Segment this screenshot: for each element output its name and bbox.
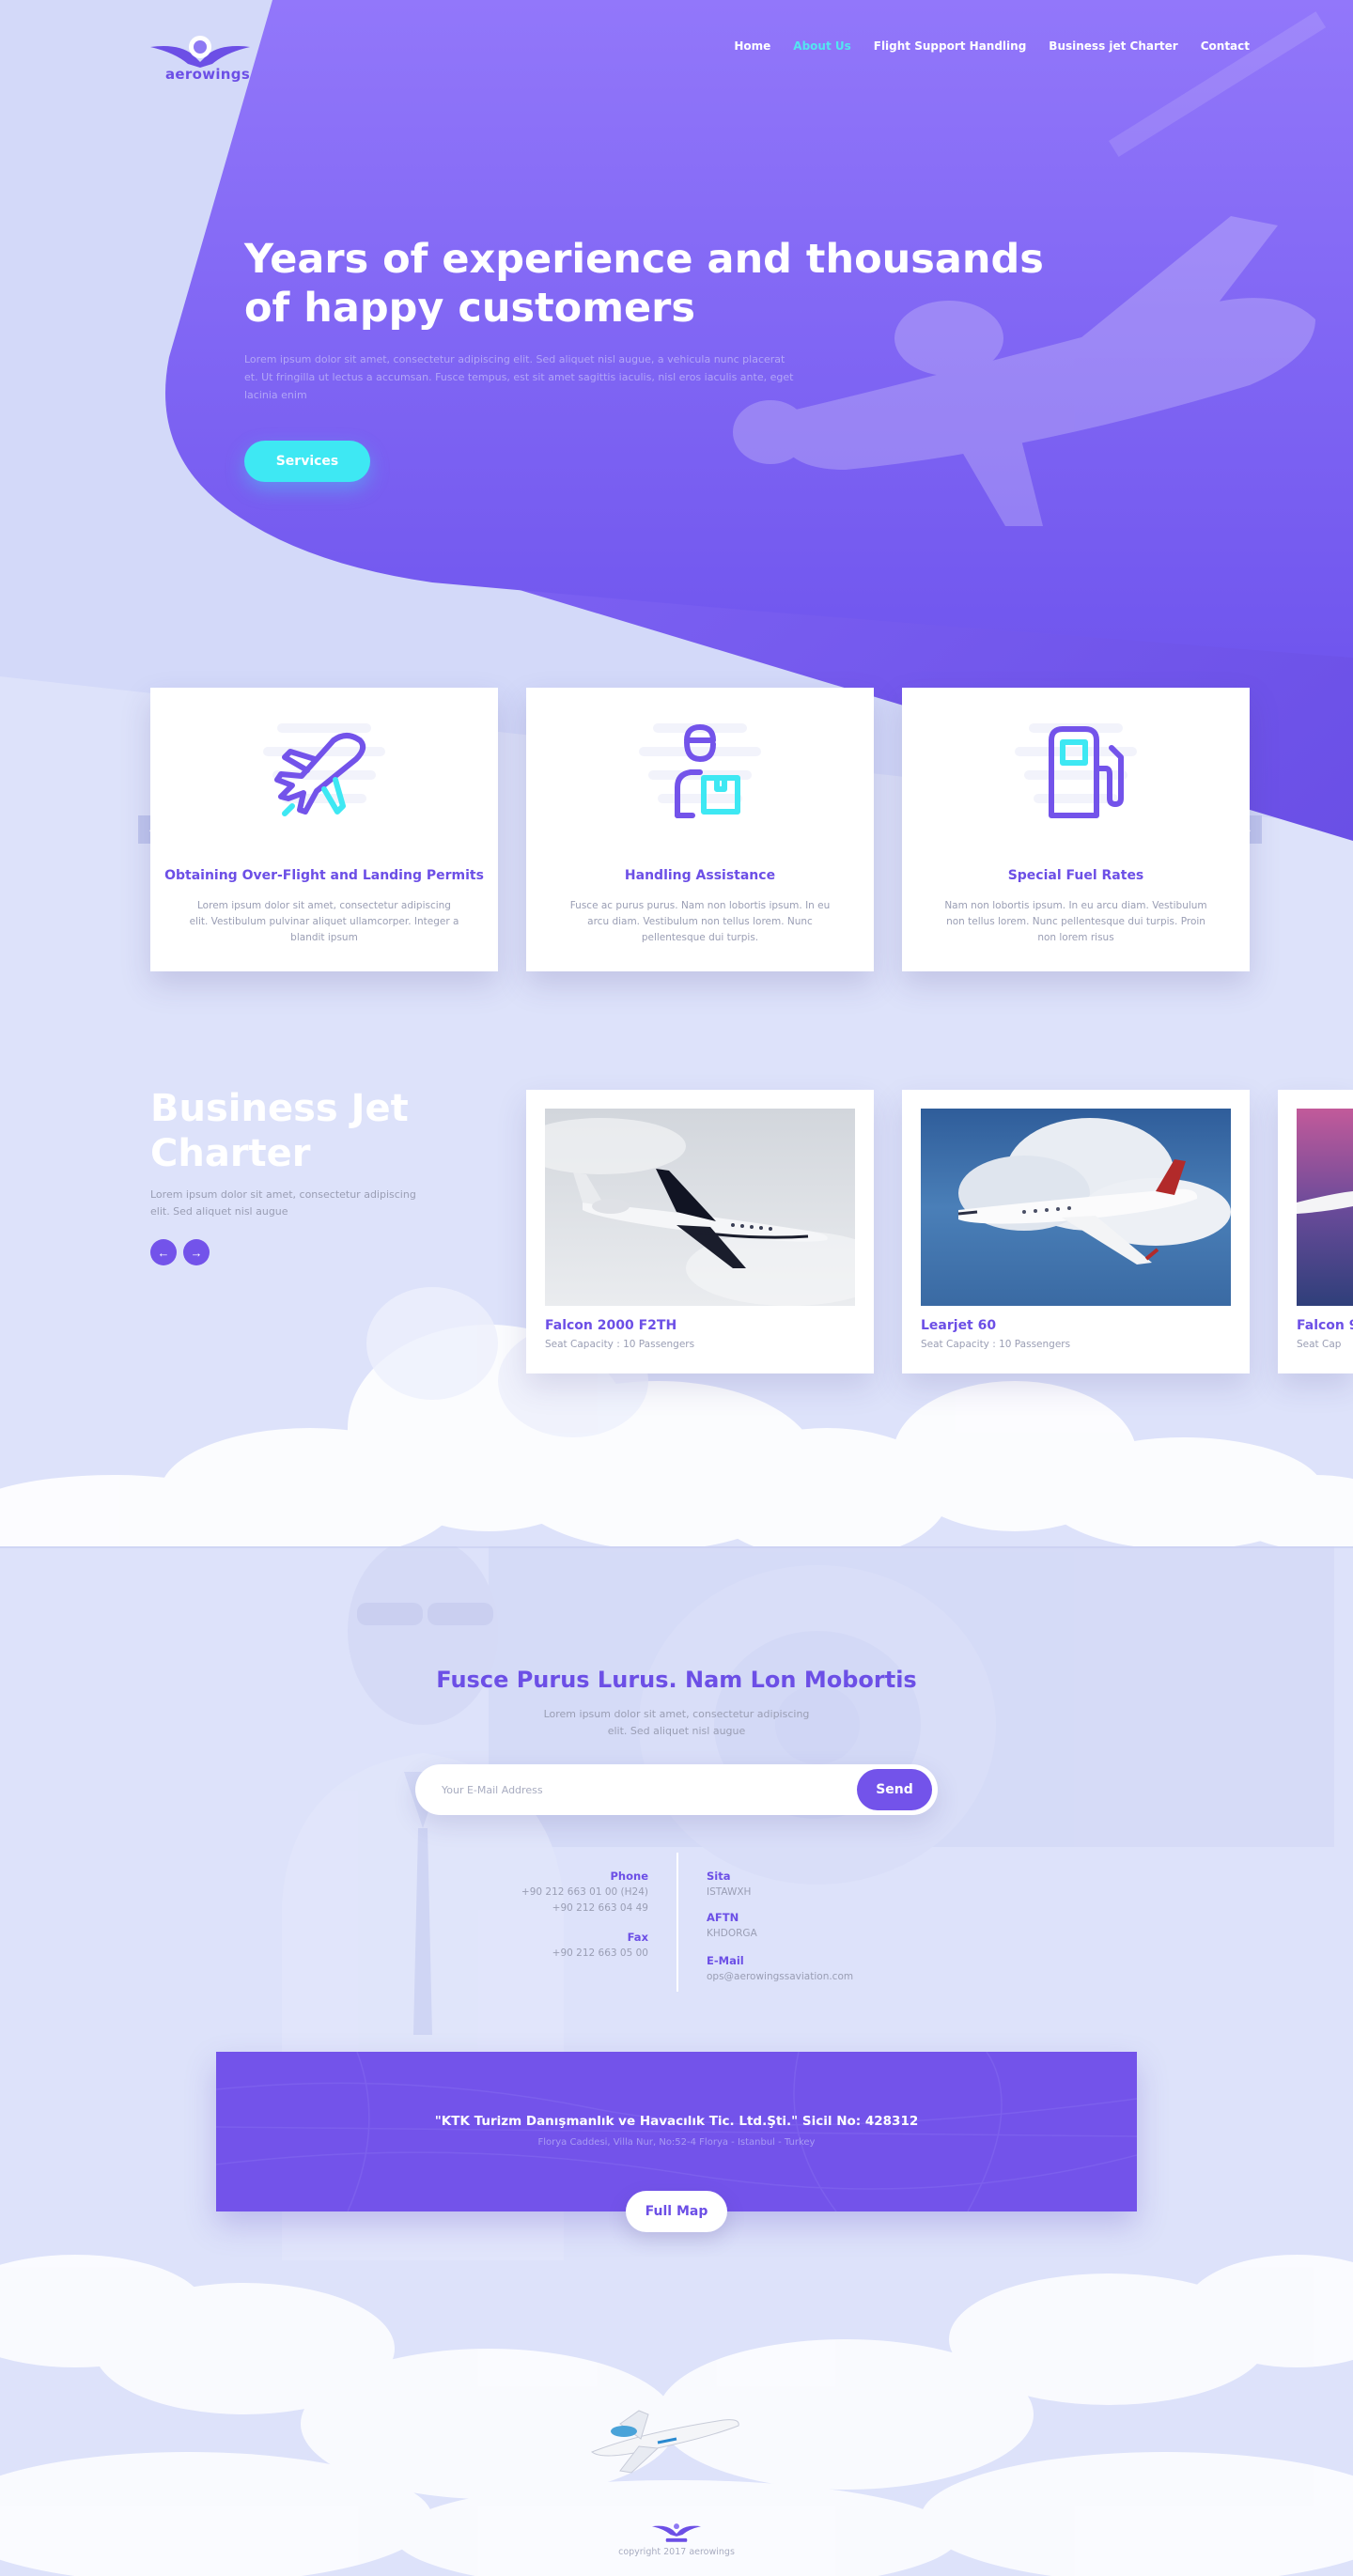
newsletter-form: Send xyxy=(415,1764,938,1815)
jet-seat-capacity: Seat Cap xyxy=(1297,1339,1342,1350)
hero-description: Lorem ipsum dolor sit amet, consectetur … xyxy=(244,353,794,401)
jet-name: Falcon 2000 F2TH xyxy=(545,1318,677,1333)
email-block: E-Mail ops@aerowingssaviation.com xyxy=(707,1954,970,1985)
phone-label: Phone xyxy=(610,1870,648,1883)
map-pattern xyxy=(216,2052,1137,2211)
service-card[interactable]: Special Fuel Rates Nam non lobortis ipsu… xyxy=(902,688,1250,971)
charter-next-button[interactable]: → xyxy=(183,1239,210,1265)
phone-block: Phone +90 212 663 01 00 (H24) +90 212 66… xyxy=(404,1870,648,1916)
page: aerowings Home About Us Flight Support H… xyxy=(0,0,1353,2576)
fax-block: Fax +90 212 663 05 00 xyxy=(404,1931,648,1962)
nav-contact[interactable]: Contact xyxy=(1201,39,1250,53)
nav-about-us[interactable]: About Us xyxy=(793,39,850,53)
nav-business-jet-charter[interactable]: Business jet Charter xyxy=(1049,39,1177,53)
service-card-title: Special Fuel Rates xyxy=(1007,868,1144,883)
brand-name: aerowings xyxy=(165,66,251,83)
nav-menu: Home About Us Flight Support Handling Bu… xyxy=(734,39,1250,53)
company-title: "KTK Turizm Danışmanlık ve Havacılık Tic… xyxy=(434,2114,919,2129)
sita-value: ISTAWXH xyxy=(707,1886,752,1898)
sita-label: Sita xyxy=(707,1870,731,1883)
sita-block: Sita ISTAWXH xyxy=(707,1870,970,1901)
jet-photo xyxy=(545,1109,855,1306)
jet-photo xyxy=(1297,1109,1353,1306)
jet-name: Learjet 60 xyxy=(921,1318,997,1333)
jet-card[interactable]: Falcon 2000 F2TH Seat Capacity : 10 Pass… xyxy=(526,1090,874,1373)
charter-prev-button[interactable]: ← xyxy=(150,1239,177,1265)
service-card-text: Fusce ac purus purus. Nam non lobortis i… xyxy=(569,900,831,943)
top-navigation: aerowings Home About Us Flight Support H… xyxy=(150,34,1250,83)
airplane-icon xyxy=(249,714,399,827)
aftn-block: AFTN KHDORGA xyxy=(707,1911,970,1942)
info-divider xyxy=(676,1853,678,1992)
charter-title: Business Jet Charter xyxy=(150,1087,409,1175)
jet-seat-capacity: Seat Capacity : 10 Passengers xyxy=(921,1339,1071,1350)
nav-home[interactable]: Home xyxy=(734,39,770,53)
jet-seat-capacity: Seat Capacity : 10 Passengers xyxy=(545,1339,695,1350)
service-card-text: Nam non lobortis ipsum. In eu arcu diam.… xyxy=(944,900,1207,943)
fax-label: Fax xyxy=(627,1931,648,1944)
charter-description: Lorem ipsum dolor sit amet, consectetur … xyxy=(150,1188,416,1218)
jet-card[interactable]: Learjet 60 Seat Capacity : 10 Passengers xyxy=(902,1090,1250,1373)
hero-title: Years of experience and thousands of hap… xyxy=(244,236,1044,332)
fuel-pump-icon xyxy=(1001,714,1151,827)
contact-title: Fusce Purus Lurus. Nam Lon Mobortis xyxy=(436,1667,917,1693)
brand-logo[interactable]: aerowings xyxy=(150,34,250,86)
service-card-title: Obtaining Over-Flight and Landing Permit… xyxy=(164,868,484,883)
phone-number[interactable]: +90 212 663 04 49 xyxy=(404,1901,648,1916)
services-button[interactable]: Services xyxy=(244,441,370,482)
email-input[interactable] xyxy=(442,1764,799,1815)
aftn-label: AFTN xyxy=(707,1911,739,1924)
contact-description: Lorem ipsum dolor sit amet, consectetur … xyxy=(543,1708,810,1737)
copyright-text: copyright 2017 aerowings xyxy=(618,2547,735,2557)
jet-name: Falcon 9 xyxy=(1297,1318,1353,1333)
service-card-text: Lorem ipsum dolor sit amet, consectetur … xyxy=(189,900,459,943)
aftn-value: KHDORGA xyxy=(707,1928,757,1939)
footer-logo-icon xyxy=(652,2520,701,2544)
send-button[interactable]: Send xyxy=(857,1769,932,1810)
service-card-title: Handling Assistance xyxy=(624,868,776,883)
fax-number: +90 212 663 05 00 xyxy=(552,1948,648,1959)
jet-photo xyxy=(921,1109,1231,1306)
handler-package-icon xyxy=(625,714,775,827)
nav-flight-support[interactable]: Flight Support Handling xyxy=(874,39,1027,53)
full-map-button[interactable]: Full Map xyxy=(626,2191,727,2232)
service-card[interactable]: Handling Assistance Fusce ac purus purus… xyxy=(526,688,874,971)
company-address: Florya Caddesi, Villa Nur, No:52-4 Flory… xyxy=(537,2137,816,2148)
phone-number[interactable]: +90 212 663 01 00 (H24) xyxy=(404,1885,648,1901)
email-link[interactable]: ops@aerowingssaviation.com xyxy=(707,1969,970,1985)
service-card[interactable]: Obtaining Over-Flight and Landing Permit… xyxy=(150,688,498,971)
email-label: E-Mail xyxy=(707,1954,744,1967)
jet-card[interactable]: Falcon 9 Seat Cap xyxy=(1278,1090,1353,1373)
address-banner: "KTK Turizm Danışmanlık ve Havacılık Tic… xyxy=(216,2052,1137,2211)
